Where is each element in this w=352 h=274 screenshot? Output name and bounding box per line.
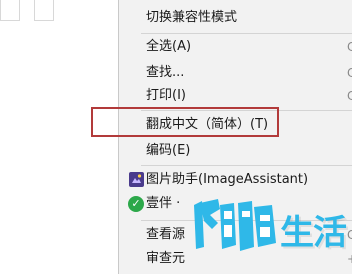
menu-item-compat-mode[interactable]: 切换兼容性模式 (119, 4, 352, 32)
page-box (0, 0, 20, 21)
page-box (34, 0, 54, 21)
menu-item-label: 壹伴 · (146, 196, 181, 211)
menu-item-label: 全选(A) (146, 39, 192, 54)
watermark-logo (194, 199, 276, 251)
menu-item-label: 翻成中文（简体）(T) (146, 117, 269, 132)
menu-item-encoding[interactable]: 编码(E) (119, 137, 352, 165)
menu-item-label: 切换兼容性模式 (146, 10, 238, 25)
menu-item-select-all[interactable]: 全选(A) C (119, 33, 352, 61)
page-area (0, 0, 118, 274)
menu-item-shortcut: C (347, 89, 352, 103)
menu-item-translate[interactable]: 翻成中文（简体）(T) (119, 111, 352, 139)
menu-item-print[interactable]: 打印(I) C (119, 82, 352, 110)
menu-item-shortcut: C (347, 40, 352, 54)
watermark-text: 生活 (280, 213, 347, 253)
watermark: 生活 (192, 197, 352, 257)
menu-item-label: 编码(E) (146, 143, 191, 158)
menu-item-label: 打印(I) (146, 88, 186, 103)
image-assistant-icon (129, 172, 144, 187)
menu-item-label: 审查元 (146, 251, 186, 266)
check-icon: ✓ (128, 196, 144, 212)
